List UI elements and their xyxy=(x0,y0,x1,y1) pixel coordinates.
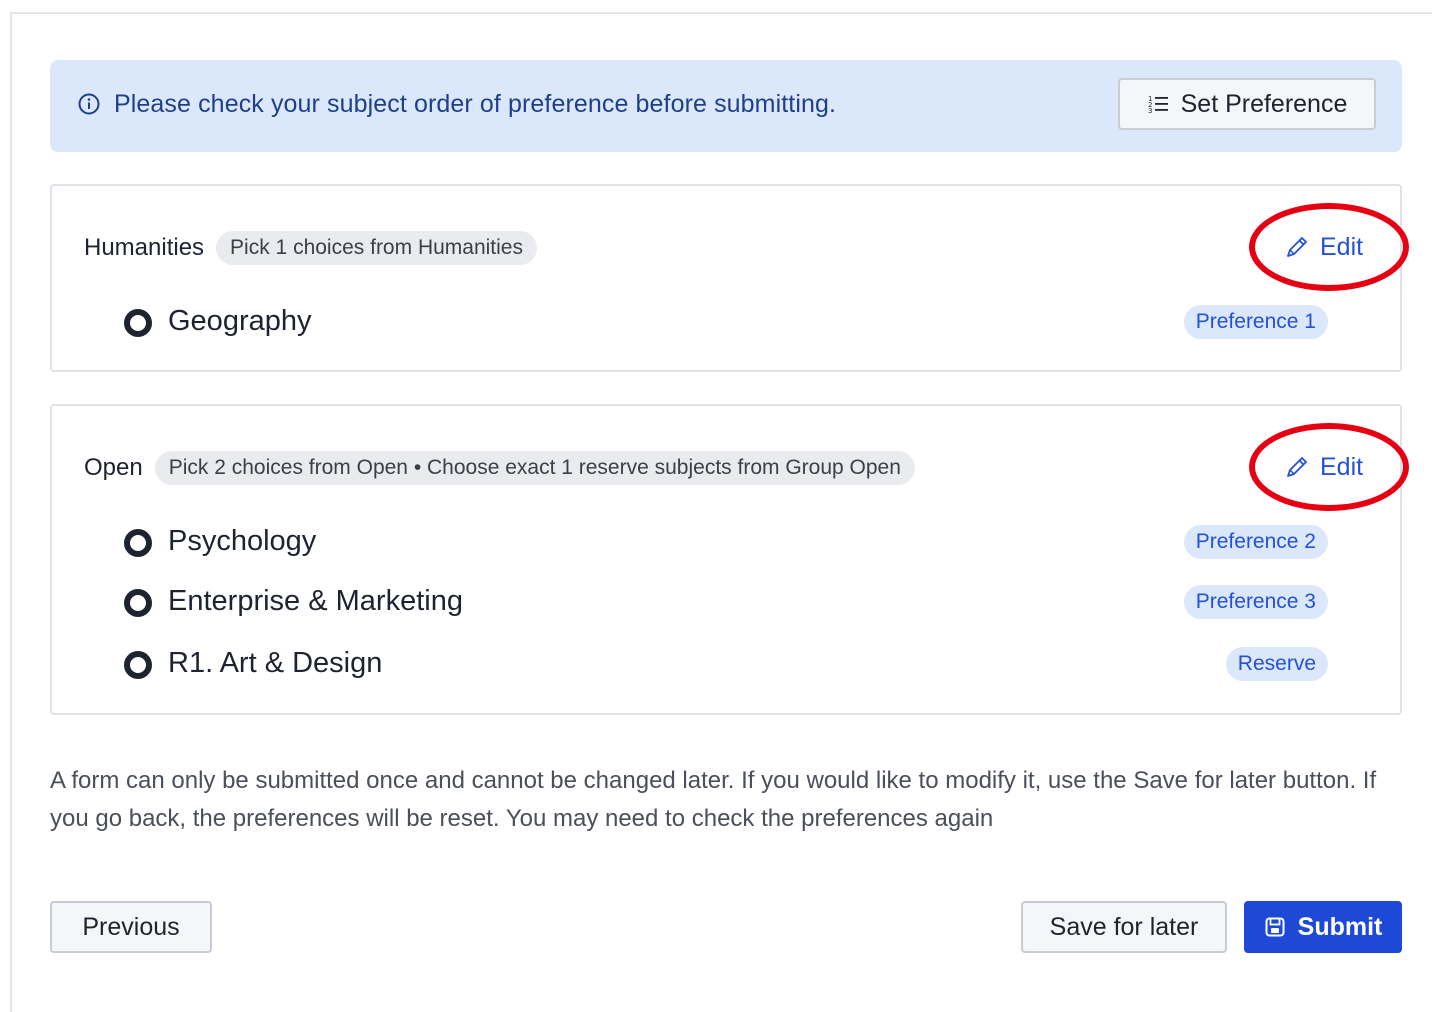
edit-link-open[interactable]: Edit xyxy=(1284,450,1363,484)
subject-name: Enterprise & Marketing xyxy=(168,585,463,617)
radio-selected-icon xyxy=(124,589,152,617)
info-banner: Please check your subject order of prefe… xyxy=(50,60,1402,152)
subject-row: Geography Preference 1 xyxy=(124,303,1328,343)
pencil-icon xyxy=(1287,457,1307,477)
preference-badge: Preference 3 xyxy=(1183,585,1328,619)
group-rule-pill: Pick 1 choices from Humanities xyxy=(216,231,537,265)
set-preference-label: Set Preference xyxy=(1180,89,1348,118)
ordered-list-icon: 1 2 3 xyxy=(1148,95,1168,115)
preference-badge: Preference 2 xyxy=(1183,525,1328,559)
radio-selected-icon xyxy=(124,651,152,679)
submit-label: Submit xyxy=(1297,912,1383,941)
preference-badge: Preference 1 xyxy=(1183,305,1328,339)
submission-note: A form can only be submitted once and ca… xyxy=(50,767,1377,832)
group-header: Open Pick 2 choices from Open • Choose e… xyxy=(84,451,915,485)
subject-row: R1. Art & Design Reserve xyxy=(124,645,1328,685)
edit-label: Edit xyxy=(1320,452,1364,481)
reserve-badge: Reserve xyxy=(1225,647,1328,681)
banner-message: Please check your subject order of prefe… xyxy=(114,90,837,118)
save-for-later-button[interactable]: Save for later xyxy=(1021,901,1227,953)
radio-selected-icon xyxy=(124,529,152,557)
subject-name: Psychology xyxy=(168,525,317,557)
group-header: Humanities Pick 1 choices from Humanitie… xyxy=(84,231,537,265)
group-card-humanities: Humanities Pick 1 choices from Humanitie… xyxy=(50,184,1402,372)
set-preference-button[interactable]: 1 2 3 Set Preference xyxy=(1118,78,1376,130)
group-rule-pill: Pick 2 choices from Open • Choose exact … xyxy=(154,451,915,485)
group-title: Humanities xyxy=(84,234,205,261)
edit-link-humanities[interactable]: Edit xyxy=(1284,230,1363,264)
group-card-open: Open Pick 2 choices from Open • Choose e… xyxy=(50,404,1402,715)
submit-button[interactable]: Submit xyxy=(1244,901,1402,953)
previous-button[interactable]: Previous xyxy=(50,901,212,953)
svg-text:3: 3 xyxy=(1148,107,1152,115)
radio-selected-icon xyxy=(124,309,152,337)
save-disk-icon xyxy=(1265,917,1285,937)
subject-name: Geography xyxy=(168,305,312,337)
subject-row: Psychology Preference 2 xyxy=(124,523,1328,563)
subject-name: R1. Art & Design xyxy=(168,647,383,679)
subject-row: Enterprise & Marketing Preference 3 xyxy=(124,583,1328,623)
group-title: Open xyxy=(84,454,143,481)
info-circle-icon xyxy=(78,93,100,115)
pencil-icon xyxy=(1287,237,1307,257)
edit-label: Edit xyxy=(1320,232,1364,261)
